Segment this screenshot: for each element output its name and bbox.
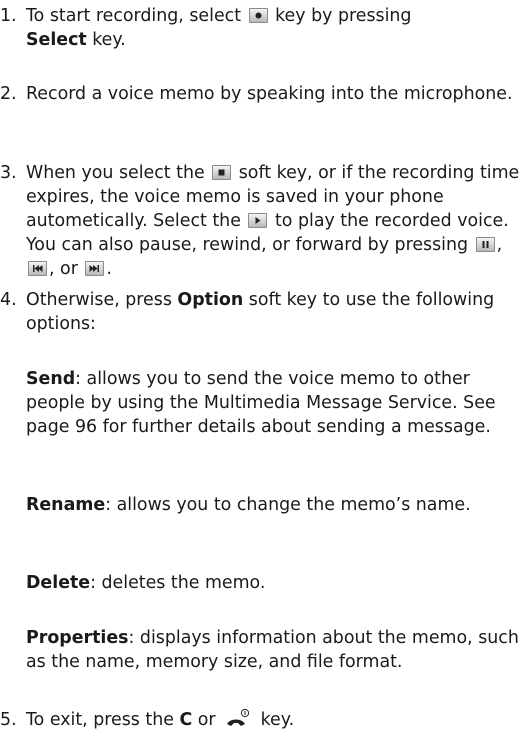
step-number: 5. (0, 710, 17, 730)
pause-icon (475, 237, 495, 252)
step-text-part: , or (49, 259, 78, 279)
option-properties: Properties: displays information about t… (26, 626, 525, 674)
step-text-part: To exit, press the (26, 710, 174, 730)
step-text: Record a voice memo by speaking into the… (26, 84, 513, 104)
step-text-part: key. (260, 710, 295, 730)
option-description: : allows you to change the memo’s name. (105, 495, 471, 515)
step-text-part: key by pressing (275, 6, 412, 26)
rewind-icon (28, 261, 47, 276)
stop-icon (212, 165, 232, 180)
step-4: 4. Otherwise, press Option soft key to u… (0, 288, 525, 336)
step-text: To start recording, select key by pressi… (26, 4, 525, 52)
option-description: : allows you to send the voice memo to o… (26, 369, 496, 437)
option-label: Rename (26, 495, 106, 515)
step-3: 3. When you select the soft key, or if t… (0, 161, 525, 281)
step-number: 1. (0, 6, 17, 26)
power-end-key-icon (223, 708, 253, 728)
option-label: Delete (26, 573, 91, 593)
step-1: 1. To start recording, select key by pre… (0, 4, 525, 52)
step-text-part: key. (92, 30, 126, 50)
step-number: 3. (0, 163, 17, 183)
step-text-part: , (496, 235, 503, 255)
option-label: Properties (26, 628, 129, 648)
option-key-label: Option (177, 290, 244, 310)
forward-icon (85, 261, 105, 276)
option-label: Send (26, 369, 76, 389)
option-description: : deletes the memo. (90, 573, 266, 593)
c-key-label: C (179, 710, 193, 730)
step-text-part: When you select the (26, 163, 205, 183)
play-icon (248, 213, 268, 228)
step-text-part: Otherwise, press (26, 290, 172, 310)
step-2: 2. Record a voice memo by speaking into … (0, 82, 525, 106)
step-5: 5. To exit, press the C or key. (0, 708, 525, 732)
step-text: When you select the soft key, or if the … (26, 161, 525, 281)
step-text-part: or (197, 710, 216, 730)
option-rename: Rename: allows you to change the memo’s … (26, 493, 525, 517)
select-key-label: Select (26, 30, 87, 50)
option-delete: Delete: deletes the memo. (26, 571, 525, 595)
step-number: 4. (0, 290, 17, 310)
record-icon (248, 8, 268, 23)
step-text: To exit, press the C or key. (26, 708, 525, 732)
step-text-part: . (106, 259, 112, 279)
step-text: Otherwise, press Option soft key to use … (26, 288, 525, 336)
step-number: 2. (0, 84, 17, 104)
option-send: Send: allows you to send the voice memo … (26, 367, 525, 439)
step-text-part: To start recording, select (26, 6, 242, 26)
